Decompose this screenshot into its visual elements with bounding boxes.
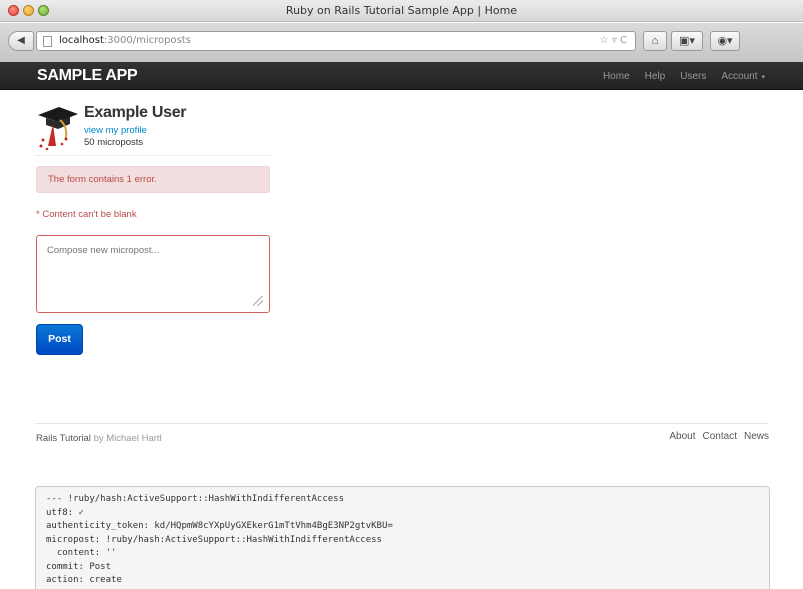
home-icon: ⌂ <box>651 35 659 47</box>
footer-contact-link[interactable]: Contact <box>703 431 737 442</box>
footer-author-link[interactable]: Michael Hartl <box>106 433 161 444</box>
address-bar[interactable]: localhost:3000/microposts ☆ ▿ C <box>36 31 636 51</box>
app-navbar: SAMPLE APP Home Help Users Account ▾ <box>0 62 803 90</box>
micropost-content-textarea[interactable] <box>36 235 270 313</box>
url-path: :3000/microposts <box>103 35 191 46</box>
micropost-count: 50 microposts <box>84 137 144 148</box>
error-message: * Content can't be blank <box>36 209 137 220</box>
avatar <box>37 104 79 151</box>
footer-about-link[interactable]: About <box>669 431 695 442</box>
extras-icon: ◉▾ <box>717 35 733 47</box>
graduation-cap-avatar-icon <box>38 107 78 151</box>
debug-params: --- !ruby/hash:ActiveSupport::HashWithIn… <box>35 486 770 589</box>
debug-line: --- !ruby/hash:ActiveSupport::HashWithIn… <box>46 494 345 504</box>
extras-button[interactable]: ◉▾ <box>710 31 740 51</box>
star-reload-icons[interactable]: ☆ ▿ C <box>600 32 627 50</box>
chevron-down-icon: ▾ <box>761 73 765 81</box>
bookmarks-icon: ▣▾ <box>679 35 695 47</box>
window-titlebar: Ruby on Rails Tutorial Sample App | Home <box>0 0 803 22</box>
window-title: Ruby on Rails Tutorial Sample App | Home <box>285 4 518 17</box>
nav-account[interactable]: Account ▾ <box>721 71 765 82</box>
footer-divider <box>35 423 768 424</box>
footer-credit: Rails Tutorial by Michael Hartl <box>36 433 162 444</box>
nav-account-label: Account <box>721 70 758 82</box>
view-profile-link[interactable]: view my profile <box>84 125 147 136</box>
app-logo[interactable]: SAMPLE APP <box>37 67 138 85</box>
debug-line: authenticity_token: kd/HQpmW8cYXpUyGXEke… <box>46 521 393 531</box>
error-alert: The form contains 1 error. <box>36 166 270 193</box>
debug-line: content: '' <box>46 548 117 558</box>
debug-line: micropost: !ruby/hash:ActiveSupport::Has… <box>46 534 382 545</box>
user-name: Example User <box>84 104 187 121</box>
nav-help[interactable]: Help <box>645 71 666 82</box>
nav-home[interactable]: Home <box>603 71 630 82</box>
page-icon <box>43 36 52 47</box>
post-button[interactable]: Post <box>36 324 83 355</box>
back-button[interactable]: ◀ <box>8 31 34 51</box>
footer-brand-link[interactable]: Rails Tutorial <box>36 433 91 444</box>
debug-line: action: create <box>46 575 122 585</box>
resize-handle-icon[interactable] <box>253 296 263 306</box>
back-arrow-icon: ◀ <box>17 35 25 46</box>
browser-toolbar: ◀ localhost:3000/microposts ☆ ▿ C ⌂ ▣▾ ◉… <box>0 23 803 63</box>
bookmarks-button[interactable]: ▣▾ <box>671 31 703 51</box>
footer-links: About Contact News <box>662 431 769 442</box>
nav-users[interactable]: Users <box>680 71 706 82</box>
footer-by: by <box>93 433 104 444</box>
url-host: localhost <box>59 35 104 46</box>
home-button[interactable]: ⌂ <box>643 31 667 51</box>
sidebar-divider <box>35 155 271 156</box>
debug-line: commit: Post <box>46 561 112 572</box>
debug-line: utf8: ✓ <box>46 507 84 518</box>
nav-links: Home Help Users Account ▾ <box>588 62 765 90</box>
footer-news-link[interactable]: News <box>744 431 769 442</box>
